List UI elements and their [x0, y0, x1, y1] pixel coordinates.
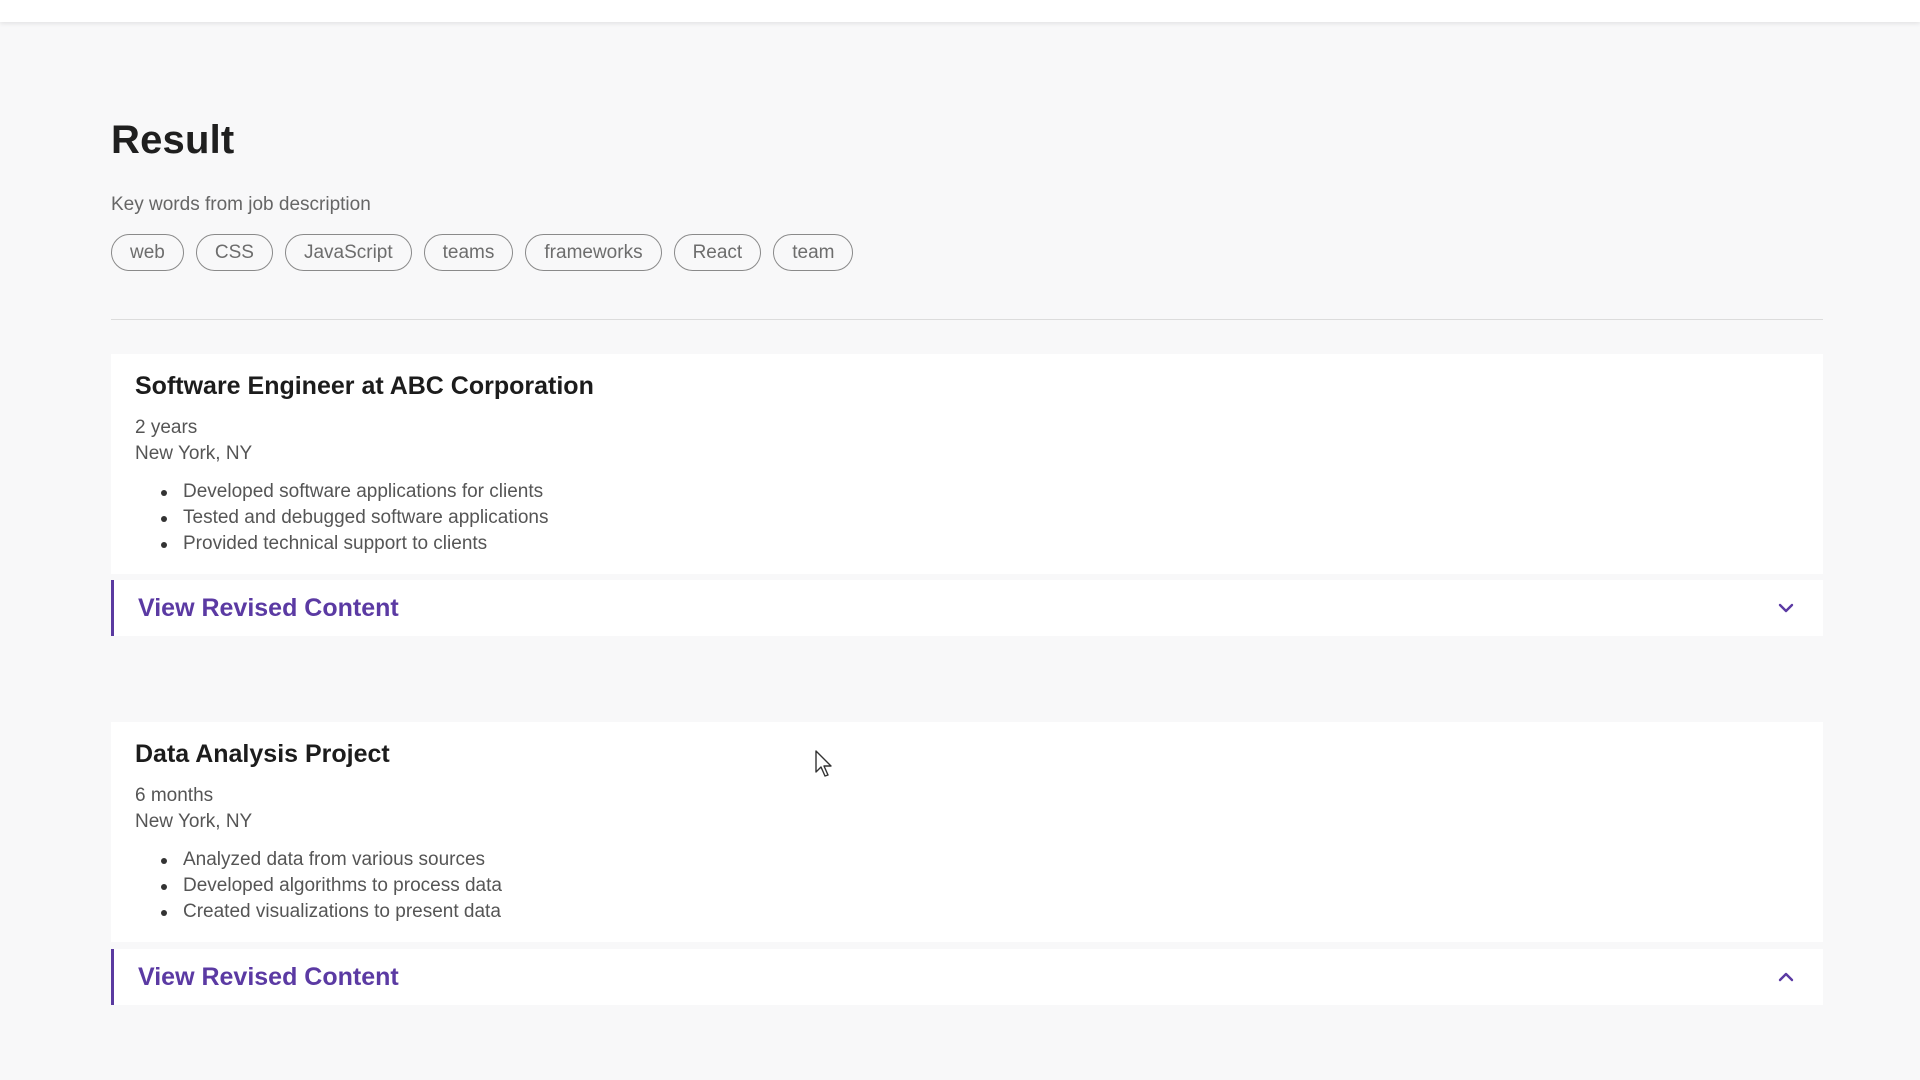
- section-divider: [111, 319, 1823, 320]
- view-revised-content-toggle[interactable]: View Revised Content: [111, 580, 1823, 636]
- view-revised-content-toggle[interactable]: View Revised Content: [111, 949, 1823, 1005]
- bullet-item: Developed algorithms to process data: [161, 873, 1799, 899]
- keyword-chip[interactable]: web: [111, 234, 184, 271]
- entry-location: New York, NY: [135, 811, 253, 832]
- bullet-item: Analyzed data from various sources: [161, 847, 1799, 873]
- keyword-chips: web CSS JavaScript teams frameworks Reac…: [111, 234, 854, 271]
- experience-card: Software Engineer at ABC Corporation 2 y…: [111, 354, 1823, 574]
- bullet-item: Provided technical support to clients: [161, 531, 1799, 557]
- bullet-item: Tested and debugged software application…: [161, 505, 1799, 531]
- revise-label: View Revised Content: [138, 593, 399, 622]
- project-card: Data Analysis Project 6 months New York,…: [111, 722, 1823, 942]
- entry-duration: 6 months: [135, 785, 214, 806]
- entry-location: New York, NY: [135, 443, 253, 464]
- top-bar: [0, 0, 1920, 22]
- bullet-item: Created visualizations to present data: [161, 899, 1799, 925]
- keyword-chip[interactable]: CSS: [195, 234, 273, 271]
- bullet-item: Developed software applications for clie…: [161, 479, 1799, 505]
- mouse-cursor-icon: [815, 750, 835, 783]
- page-title: Result: [111, 118, 235, 162]
- revise-label: View Revised Content: [138, 962, 399, 991]
- keyword-chip[interactable]: frameworks: [525, 234, 662, 271]
- keyword-chip[interactable]: teams: [423, 234, 514, 271]
- entry-title: Software Engineer at ABC Corporation: [135, 372, 594, 400]
- chevron-up-icon: [1775, 966, 1797, 988]
- chevron-down-icon: [1775, 597, 1797, 619]
- keyword-chip[interactable]: team: [773, 234, 854, 271]
- entry-title: Data Analysis Project: [135, 740, 390, 768]
- keyword-chip[interactable]: React: [673, 234, 762, 271]
- entry-duration: 2 years: [135, 417, 198, 438]
- entry-bullets: Developed software applications for clie…: [135, 479, 1799, 557]
- entry-bullets: Analyzed data from various sources Devel…: [135, 847, 1799, 925]
- keywords-label: Key words from job description: [111, 194, 371, 215]
- keyword-chip[interactable]: JavaScript: [284, 234, 412, 271]
